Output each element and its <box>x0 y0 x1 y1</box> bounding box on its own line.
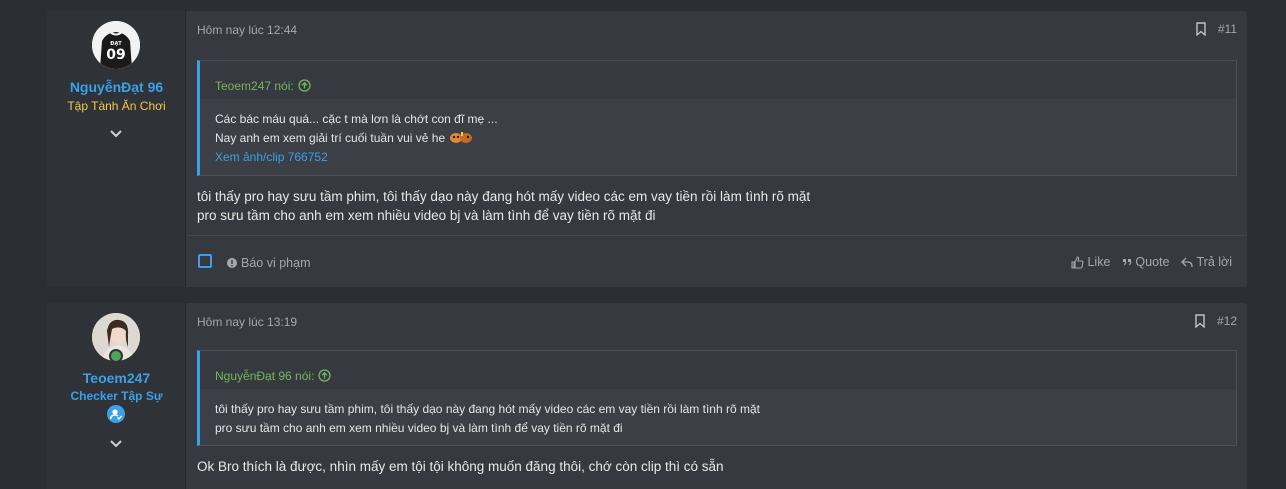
post-footer: Báo vi phạm Like Quote Trả lời <box>187 235 1247 287</box>
message-line: tôi thấy pro hay sưu tầm phim, tôi thấy … <box>197 189 811 204</box>
quote-line: tôi thấy pro hay sưu tầm phim, tôi thấy … <box>215 402 760 416</box>
message-body: Ok Bro thích là được, nhìn mấy em tội tộ… <box>197 457 1237 476</box>
quote-line: pro sưu tầm cho anh em xem nhiều video b… <box>215 421 623 435</box>
arrow-up-circle-icon[interactable] <box>318 369 332 382</box>
post-main: Hôm nay lúc 13:19 #12 NguyễnĐạt 96 nói: … <box>187 303 1247 489</box>
user-cell: Teoem247 Checker Tập Sự <box>47 303 186 489</box>
report-link[interactable]: Báo vi phạm <box>227 256 310 270</box>
quote-block: NguyễnĐạt 96 nói: tôi thấy pro hay sưu t… <box>197 350 1237 446</box>
chevron-down-icon[interactable] <box>109 437 123 451</box>
media-link[interactable]: Xem ảnh/clip 766752 <box>215 150 328 164</box>
user-title: Checker Tập Sự <box>70 389 163 403</box>
quote-header[interactable]: Teoem247 nói: <box>200 61 1236 99</box>
select-checkbox[interactable] <box>198 254 212 268</box>
message-body: tôi thấy pro hay sưu tầm phim, tôi thấy … <box>197 187 1237 225</box>
chevron-down-icon[interactable] <box>109 127 123 141</box>
post-main: Hôm nay lúc 12:44 #11 Teoem247 nói: Các … <box>187 11 1247 287</box>
quote-block: Teoem247 nói: Các bác máu quá... cặc t m… <box>197 60 1237 176</box>
message-line: Ok Bro thích là được, nhìn mấy em tội tộ… <box>197 459 724 474</box>
like-button[interactable]: Like <box>1071 255 1110 269</box>
online-status-icon <box>109 349 123 363</box>
user-title: Tập Tành Ăn Chơi <box>67 99 166 113</box>
post-11: ĐẠT 09 NguyễnĐạt 96 Tập Tành Ăn Chơi Hôm… <box>47 11 1247 287</box>
bookmark-icon[interactable] <box>1194 314 1206 328</box>
info-icon <box>227 258 237 268</box>
like-label[interactable]: Like <box>1087 255 1110 269</box>
quote-line-text: Nay anh em xem giải trí cuối tuần vui vẻ… <box>215 131 446 145</box>
post-tools: #11 <box>1195 22 1237 36</box>
quote-label[interactable]: Quote <box>1135 255 1169 269</box>
post-number[interactable]: #12 <box>1217 314 1237 328</box>
username[interactable]: Teoem247 <box>47 370 186 386</box>
quote-author[interactable]: NguyễnĐạt 96 nói: <box>215 369 314 383</box>
user-check-icon <box>107 405 125 423</box>
quote-line: Các bác máu quá... cặc t mà lơn là chớt … <box>215 112 498 126</box>
quote-icon <box>1123 259 1132 266</box>
avatar-jersey-number: 09 <box>106 47 125 63</box>
quote-author[interactable]: Teoem247 nói: <box>215 79 294 93</box>
quote-body: tôi thấy pro hay sưu tầm phim, tôi thấy … <box>200 389 1236 445</box>
emoji-icon <box>450 132 473 143</box>
reply-button[interactable]: Trả lời <box>1181 255 1232 269</box>
post-date[interactable]: Hôm nay lúc 13:19 <box>197 315 297 329</box>
post-number[interactable]: #11 <box>1218 22 1237 36</box>
message-line: pro sưu tầm cho anh em xem nhiều video b… <box>197 208 656 223</box>
bookmark-icon[interactable] <box>1195 22 1207 36</box>
thumbs-up-icon <box>1071 255 1084 269</box>
user-cell: ĐẠT 09 NguyễnĐạt 96 Tập Tành Ăn Chơi <box>47 11 186 287</box>
post-12: Teoem247 Checker Tập Sự Hôm nay lúc 13:1… <box>47 303 1247 489</box>
post-date[interactable]: Hôm nay lúc 12:44 <box>197 23 297 37</box>
avatar[interactable]: ĐẠT 09 <box>92 21 140 69</box>
post-actions: Like Quote Trả lời <box>1071 255 1232 269</box>
post-tools: #12 <box>1194 314 1237 328</box>
quote-line: Nay anh em xem giải trí cuối tuần vui vẻ… <box>215 129 1221 148</box>
reply-label[interactable]: Trả lời <box>1196 255 1232 269</box>
quote-header[interactable]: NguyễnĐạt 96 nói: <box>200 351 1236 389</box>
quote-button[interactable]: Quote <box>1122 255 1169 269</box>
report-label[interactable]: Báo vi phạm <box>241 256 310 270</box>
arrow-up-circle-icon[interactable] <box>298 79 311 92</box>
username[interactable]: NguyễnĐạt 96 <box>47 79 186 95</box>
quote-body: Các bác máu quá... cặc t mà lơn là chớt … <box>200 99 1236 175</box>
reply-icon <box>1181 257 1194 267</box>
